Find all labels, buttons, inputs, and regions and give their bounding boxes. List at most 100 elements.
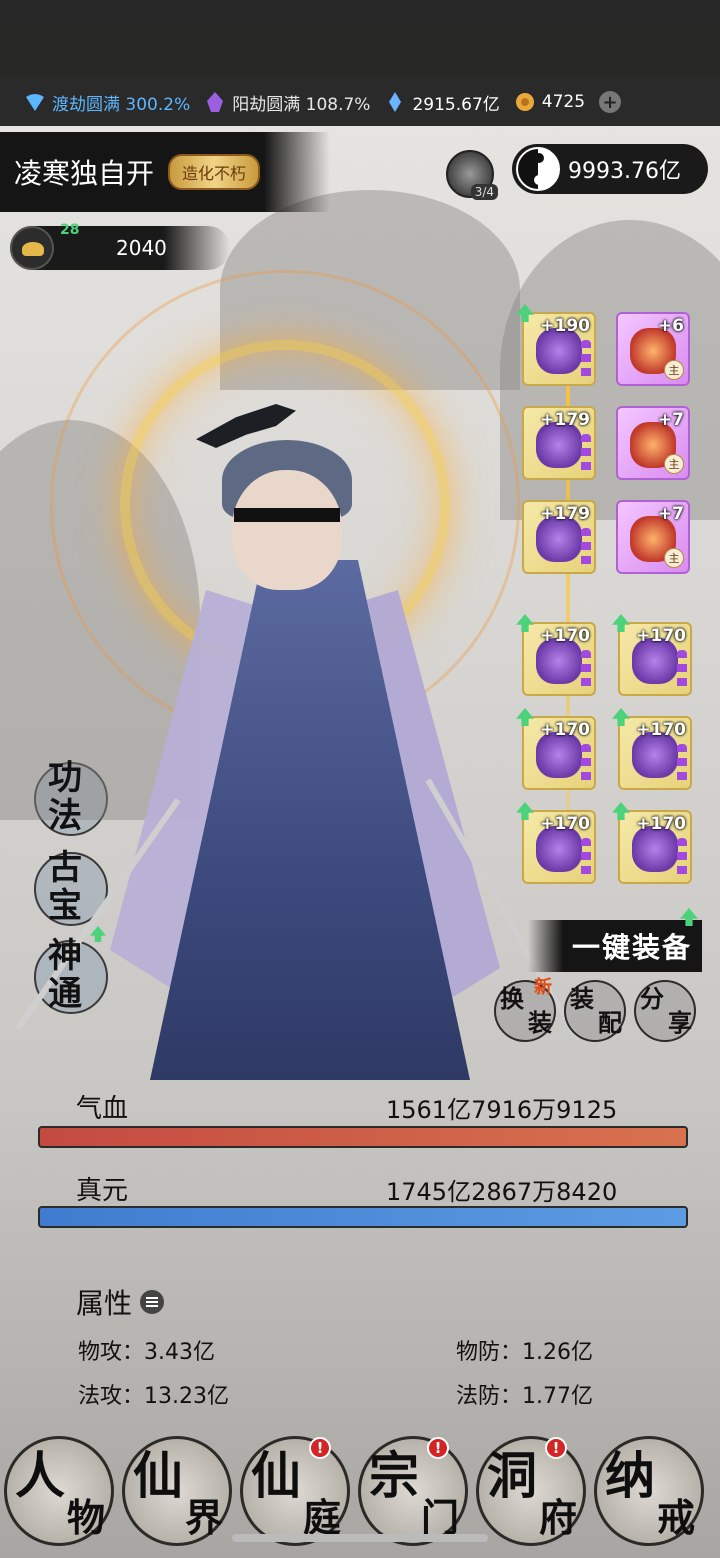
rank-badge[interactable]: 造化不朽	[168, 154, 261, 190]
gold[interactable]: 4725	[514, 91, 585, 113]
home-indicator[interactable]	[232, 1534, 488, 1542]
mp-value: 1745亿2867万8420	[386, 1178, 618, 1206]
treasure-slot-2[interactable]: +7 主	[616, 406, 690, 480]
gongfa-char-2: 法	[48, 796, 82, 836]
nav-immortal-court[interactable]: 仙 庭 !	[240, 1436, 350, 1546]
gubao-char-1: 古	[48, 848, 82, 888]
nav-storage-ring[interactable]: 纳 戒	[594, 1436, 704, 1546]
equip-level: +170	[636, 720, 686, 740]
nav-char-1: 人	[15, 1446, 65, 1505]
equip-slot-9[interactable]: +170	[612, 802, 692, 884]
nav-char-1: 洞	[487, 1446, 537, 1505]
gem-sockets	[581, 528, 591, 568]
list-icon[interactable]	[140, 1290, 165, 1314]
nav-char-1: 仙	[251, 1446, 301, 1505]
orb-count: 3/4	[470, 184, 498, 200]
nav-cave-dwelling[interactable]: 洞 府 !	[476, 1436, 586, 1546]
upgrade-arrow-icon	[612, 708, 630, 726]
upgrade-arrow-icon	[516, 802, 534, 820]
share-button[interactable]: 分 享	[634, 980, 696, 1042]
treasure-level: +7	[657, 504, 684, 524]
yin-yang-icon	[516, 147, 560, 191]
equip-level: +170	[540, 720, 590, 740]
top-pattern	[0, 0, 720, 78]
gem-sockets	[677, 650, 687, 690]
gongfa-button[interactable]: 功 法	[26, 756, 108, 838]
combat-power-value: 9993.76亿	[568, 159, 681, 184]
equip-slot-1[interactable]: +190	[516, 304, 596, 386]
character-blindfold	[234, 508, 340, 522]
main-tag: 主	[664, 548, 684, 568]
nav-sect[interactable]: 宗 门 !	[358, 1436, 468, 1546]
player-name[interactable]: 凌寒独自开	[14, 152, 154, 192]
realm-progress-1-text: 渡劫圆满 300.2%	[52, 94, 191, 115]
nav-char-2: 界	[184, 1495, 223, 1540]
gubao-char-2: 宝	[48, 886, 82, 926]
match-char-1: 装	[570, 984, 594, 1013]
phys-atk: 物攻：3.43亿	[78, 1340, 215, 1365]
hp-value: 1561亿7916万9125	[386, 1096, 618, 1124]
level-value: 2040	[116, 236, 167, 260]
match-outfit-button[interactable]: 装 配	[564, 980, 626, 1042]
nav-character[interactable]: 人 物	[4, 1436, 114, 1546]
equip-slot-2[interactable]: +179	[522, 406, 596, 480]
equip-slot-7[interactable]: +170	[612, 614, 692, 696]
spirit-stones[interactable]: 2915.67亿	[384, 90, 500, 115]
hp-label: 气血	[76, 1094, 129, 1124]
shentong-button[interactable]: 神 通	[26, 926, 108, 1016]
treasure-level: +6	[657, 316, 684, 336]
resource-bar: 渡劫圆满 300.2% 阳劫圆满 108.7% 2915.67亿 4725 +	[0, 78, 720, 126]
gem-sockets	[581, 434, 591, 474]
alert-badge: !	[309, 1437, 331, 1459]
upgrade-arrow-icon	[90, 926, 106, 942]
equip-slot-6[interactable]: +170	[516, 802, 596, 884]
one-key-equip-label: 一键装备	[571, 931, 692, 964]
nav-char-1: 宗	[369, 1446, 419, 1505]
gongfa-char-1: 功	[48, 758, 82, 798]
gold-coin-icon	[515, 93, 534, 111]
equip-level: +190	[540, 316, 590, 336]
upgrade-arrow-icon	[680, 908, 698, 926]
spirit-orb-button[interactable]: 3/4	[446, 150, 498, 200]
nav-char-2: 戒	[656, 1495, 695, 1540]
nav-char-2: 物	[66, 1495, 105, 1540]
equip-slot-3[interactable]: +179	[522, 500, 596, 574]
add-currency-button[interactable]: +	[599, 91, 622, 113]
level-box[interactable]: 28 2040	[10, 222, 230, 270]
equip-slot-8[interactable]: +170	[612, 708, 692, 790]
shentong-char-1: 神	[48, 936, 82, 976]
mp-label: 真元	[76, 1176, 129, 1206]
nav-char-2: 府	[538, 1495, 577, 1540]
realm-progress-1[interactable]: 渡劫圆满 300.2%	[24, 90, 190, 115]
nav-immortal-realm[interactable]: 仙 界	[122, 1436, 232, 1546]
nav-char-1: 纳	[605, 1446, 655, 1505]
equip-slot-4[interactable]: +170	[516, 614, 596, 696]
gem-sockets	[581, 744, 591, 784]
equip-slot-5[interactable]: +170	[516, 708, 596, 790]
nav-char-2: 庭	[302, 1495, 341, 1540]
level-up-count: 28	[60, 222, 80, 238]
upgrade-arrow-icon	[612, 614, 630, 632]
phys-def: 物防：1.26亿	[456, 1340, 593, 1365]
gubao-button[interactable]: 古 宝	[26, 846, 108, 928]
realm-progress-2-text: 阳劫圆满 108.7%	[232, 94, 371, 115]
change-outfit-button[interactable]: 新 换 装	[494, 977, 556, 1042]
share-char-1: 分	[640, 984, 664, 1013]
one-key-equip-button[interactable]: 一键装备	[528, 908, 702, 972]
realm-progress-2[interactable]: 阳劫圆满 108.7%	[204, 90, 370, 115]
equip-level: +179	[540, 504, 590, 524]
treasure-slot-3[interactable]: +7 主	[616, 500, 690, 574]
gem-sockets	[581, 838, 591, 878]
upgrade-arrow-icon	[612, 802, 630, 820]
alert-badge: !	[427, 1437, 449, 1459]
gem-sockets	[677, 744, 687, 784]
attributes-header[interactable]: 属性	[76, 1282, 165, 1322]
treasure-slot-1[interactable]: +6 主	[616, 312, 690, 386]
change-char-1: 换	[500, 984, 524, 1013]
alert-badge: !	[545, 1437, 567, 1459]
combat-power[interactable]: 9993.76亿	[512, 144, 708, 194]
nav-char-2: 门	[420, 1495, 459, 1540]
main-tag: 主	[664, 454, 684, 474]
magic-def: 法防：1.77亿	[456, 1384, 593, 1409]
attributes-title: 属性	[76, 1287, 133, 1320]
